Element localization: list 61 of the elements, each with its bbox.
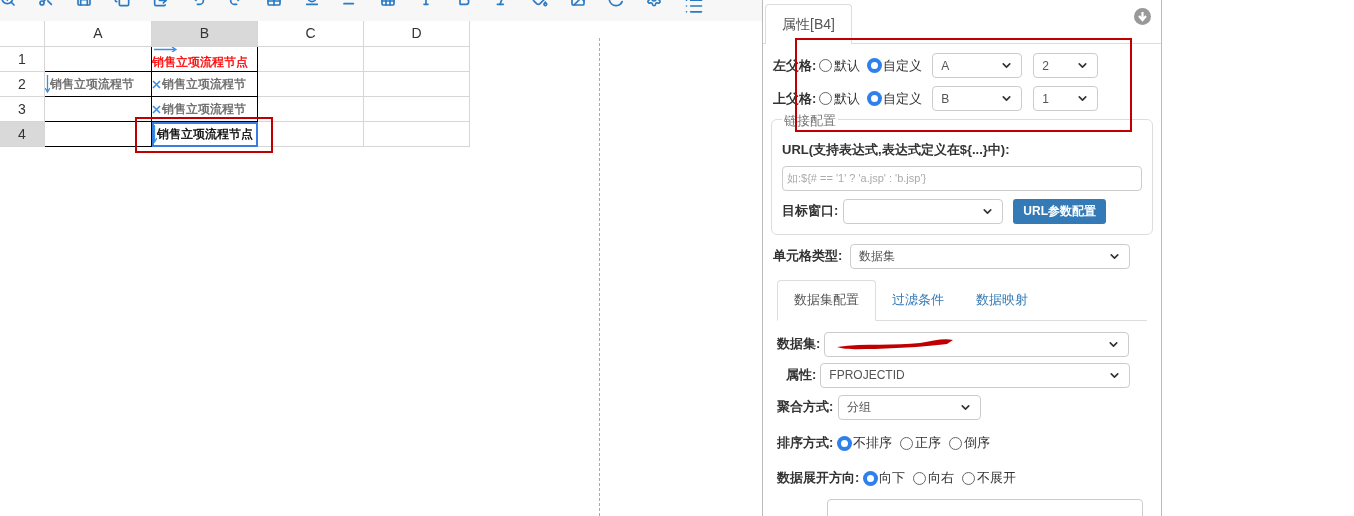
radio-option[interactable]: 不展开 [962,468,1017,488]
cross-arrows-icon [152,79,161,89]
column-header[interactable]: C [258,21,364,47]
radio-option[interactable]: 正序 [900,433,942,453]
arrow-right-icon [154,47,178,52]
arrow-down-icon [45,75,50,93]
row-header[interactable]: 1 [0,47,45,72]
field-label: 聚合方式: [777,398,834,417]
field-label: URL(支持表达式,表达式定义在${...}中): [782,141,1011,159]
radio-option[interactable]: 向下 [864,468,906,488]
table-cell[interactable] [45,47,152,72]
dropdown[interactable]: FPROJECTID [820,362,1131,388]
radio-option[interactable]: 向右 [913,468,955,488]
dropdown[interactable]: A [932,53,1023,78]
radio-option[interactable]: 自定义 [868,88,923,109]
column-header[interactable]: B [152,21,258,47]
dropdown[interactable]: 2 [1033,53,1099,78]
dropdown[interactable]: 1 [1033,86,1099,111]
field-label: 数据展开方向: [777,469,860,488]
dropdown[interactable] [824,331,1130,357]
radio-option[interactable]: 默认 [819,88,861,109]
column-header[interactable]: A [45,21,152,47]
config-tab[interactable]: 数据映射 [960,279,1044,321]
table-cell[interactable]: 销售立项流程节点 [152,122,258,147]
table-cell[interactable]: 销售立项流程节点 [152,47,258,72]
download-icon[interactable] [1134,8,1151,25]
row-header[interactable]: 2 [0,72,45,97]
cell-text: 销售立项流程节 [162,76,246,93]
row-header[interactable]: 3 [0,97,45,122]
dropdown[interactable]: B [932,86,1023,111]
radio-option[interactable]: 默认 [819,55,861,76]
config-tab[interactable]: 数据集配置 [777,279,876,321]
config-tab[interactable]: 过滤条件 [876,279,960,321]
panel-tab[interactable]: 属性[B4] [765,4,852,44]
cross-arrows-icon [152,104,161,114]
arrow-down-icon [152,125,157,143]
table-cell[interactable]: 销售立项流程节 [152,72,258,97]
row-header[interactable]: 4 [0,122,45,147]
radio-option[interactable]: 倒序 [949,433,991,453]
table-cell[interactable]: 销售立项流程节 [45,72,152,97]
table-cell[interactable] [45,122,152,147]
cell-text: 销售立项流程节 [162,101,246,118]
input-field[interactable] [827,498,1143,516]
column-header[interactable]: D [364,21,470,47]
cell-text: 销售立项流程节 [50,76,134,93]
field-label: 单元格类型: [773,247,843,266]
cell-text: 销售立项流程节点 [152,54,248,71]
dropdown[interactable]: 数据集 [850,243,1131,269]
field-label: 属性: [786,366,817,385]
field-label: 数据集: [777,335,821,354]
table-cell[interactable] [45,97,152,122]
dropdown[interactable]: 分组 [838,394,982,420]
field-label: 排序方式: [777,434,834,453]
table-cell[interactable]: 销售立项流程节 [152,97,258,122]
url-params-button[interactable]: URL参数配置 [1013,198,1106,224]
radio-option[interactable]: 自定义 [868,55,923,76]
url-field[interactable]: 如:${# == '1' ? 'a.jsp' : 'b.jsp'} [782,165,1142,191]
cell-text: 销售立项流程节点 [157,126,253,143]
field-label: 目标窗口: [782,202,839,221]
list-icon[interactable] [684,0,704,16]
radio-option[interactable]: 不排序 [838,433,893,453]
